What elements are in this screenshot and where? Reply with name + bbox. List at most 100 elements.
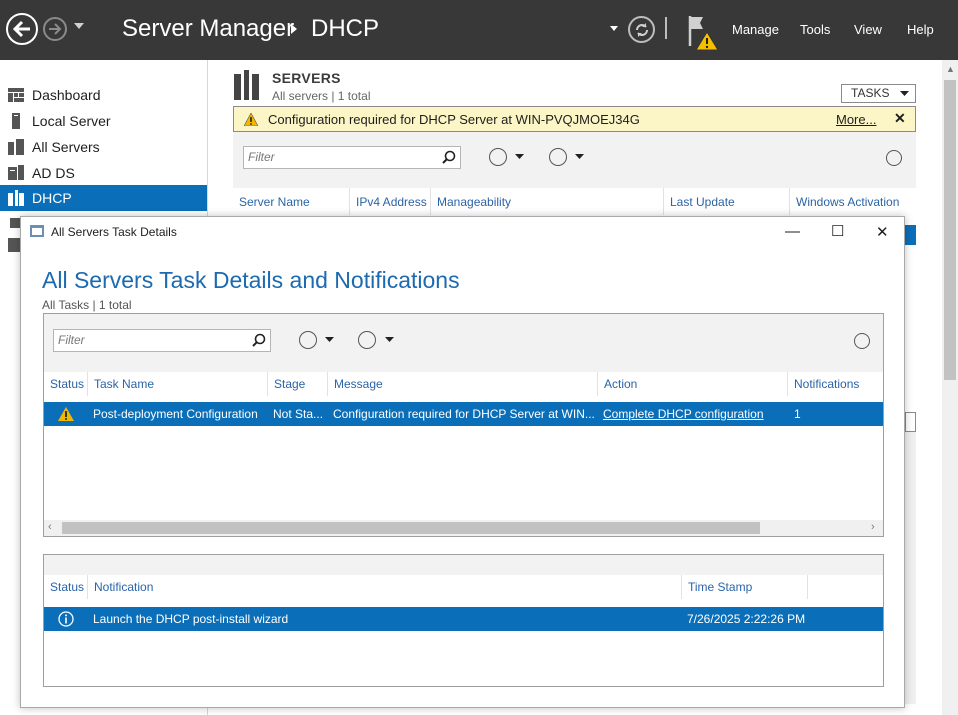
refresh-icon [635, 22, 648, 37]
scroll-up-arrow-icon[interactable]: ▲ [946, 64, 955, 74]
column-notification[interactable]: Notification [88, 575, 682, 599]
warning-more-link[interactable]: More... [836, 112, 876, 127]
server-icon [8, 113, 24, 129]
close-icon[interactable]: ✕ [894, 110, 906, 127]
chevron-down-icon[interactable] [575, 154, 584, 159]
toolbar-divider [665, 17, 667, 39]
complete-dhcp-configuration-link[interactable]: Complete DHCP configuration [603, 407, 764, 421]
expand-collapse-icon[interactable] [854, 333, 870, 349]
main-scrollbar[interactable] [942, 60, 958, 715]
notifications-panel-header [44, 555, 883, 575]
save-query-icon[interactable] [549, 148, 567, 166]
close-icon[interactable]: ✕ [876, 223, 889, 241]
servers-subtitle: All servers | 1 total [272, 89, 371, 103]
search-icon [252, 333, 266, 347]
dhcp-icon [8, 190, 24, 206]
column-empty [808, 575, 883, 599]
scrollbar-thumb[interactable] [944, 80, 956, 380]
save-query-icon[interactable] [358, 331, 376, 349]
sidebar-item-local-server[interactable]: Local Server [0, 108, 207, 134]
column-status[interactable]: Status [44, 575, 88, 599]
column-message[interactable]: Message [328, 372, 598, 396]
info-icon [58, 611, 74, 627]
column-notifications[interactable]: Notifications [788, 372, 883, 396]
warning-text: Configuration required for DHCP Server a… [268, 111, 640, 127]
chevron-down-icon[interactable] [325, 337, 334, 342]
sidebar-item-ad-ds[interactable]: AD DS [0, 160, 207, 186]
column-manageability[interactable]: Manageability [431, 188, 664, 215]
tasks-panel: Filter Status Task Name Stage Message Ac… [43, 313, 884, 537]
breadcrumb-separator-icon [291, 24, 297, 34]
refresh-button[interactable] [628, 16, 655, 43]
table-row[interactable]: Post-deployment Configuration Not Sta...… [44, 402, 883, 426]
chevron-down-icon[interactable] [385, 337, 394, 342]
message-cell: Configuration required for DHCP Server a… [333, 407, 595, 421]
minimize-icon[interactable]: — [785, 223, 800, 240]
servers-icon [8, 139, 24, 155]
sidebar-item-label: AD DS [32, 165, 75, 181]
tile-band-edge [905, 432, 916, 704]
menu-view[interactable]: View [854, 22, 882, 37]
expand-collapse-icon[interactable] [886, 150, 902, 166]
warning-icon [244, 112, 258, 126]
tasks-filter-bar: Filter [44, 314, 883, 372]
dialog-window-title: All Servers Task Details [51, 225, 177, 239]
servers-row-selected-edge [905, 225, 916, 245]
sidebar-item-dhcp[interactable]: DHCP [0, 185, 207, 211]
column-status[interactable]: Status [44, 372, 88, 396]
search-icon [442, 150, 456, 164]
column-task-name[interactable]: Task Name [88, 372, 268, 396]
scroll-right-icon[interactable]: › [871, 521, 875, 533]
tasks-button[interactable]: TASKS [841, 84, 916, 103]
chevron-down-icon[interactable] [515, 154, 524, 159]
notification-cell: Launch the DHCP post-install wizard [93, 612, 289, 626]
servers-filter-input[interactable]: Filter [243, 146, 461, 169]
filter-placeholder: Filter [248, 150, 275, 164]
column-server-name[interactable]: Server Name [233, 188, 350, 215]
servers-filter-bar: Filter [233, 132, 916, 188]
tile-button-edge [905, 412, 916, 432]
adds-icon [8, 165, 24, 181]
menu-help[interactable]: Help [907, 22, 934, 37]
menu-tools[interactable]: Tools [800, 22, 830, 37]
sidebar-item-label: Local Server [32, 113, 111, 129]
dialog-app-icon [30, 225, 44, 237]
timestamp-cell: 7/26/2025 2:22:26 PM [687, 612, 806, 626]
column-ipv4-address[interactable]: IPv4 Address [350, 188, 431, 215]
list-options-icon[interactable] [489, 148, 507, 166]
servers-tile-icon [234, 70, 259, 100]
breadcrumb-dropdown-icon[interactable] [610, 26, 618, 31]
menu-manage[interactable]: Manage [732, 22, 779, 37]
history-dropdown-icon[interactable] [74, 23, 84, 29]
sidebar-item-all-servers[interactable]: All Servers [0, 134, 207, 160]
back-button[interactable] [6, 13, 38, 45]
column-action[interactable]: Action [598, 372, 788, 396]
app-title: Server Manager [122, 15, 295, 42]
task-name-cell: Post-deployment Configuration [93, 407, 258, 421]
column-windows-activation[interactable]: Windows Activation [790, 188, 916, 215]
warning-banner: Configuration required for DHCP Server a… [233, 106, 916, 132]
sidebar-item-dashboard[interactable]: Dashboard [0, 82, 207, 108]
table-row[interactable]: Launch the DHCP post-install wizard 7/26… [44, 607, 883, 631]
scroll-left-icon[interactable]: ‹ [48, 521, 52, 533]
list-options-icon[interactable] [299, 331, 317, 349]
maximize-icon[interactable]: ☐ [831, 222, 844, 240]
sidebar-item-label: All Servers [32, 139, 100, 155]
dialog-heading: All Servers Task Details and Notificatio… [42, 267, 460, 293]
tasks-filter-input[interactable]: Filter [53, 329, 271, 352]
title-bar: Server Manager DHCP Manage Tools View He… [0, 0, 958, 60]
scrollbar-thumb[interactable] [62, 522, 760, 534]
column-time-stamp[interactable]: Time Stamp [682, 575, 808, 599]
dialog-subheading: All Tasks | 1 total [42, 298, 132, 312]
forward-button[interactable] [43, 17, 67, 41]
sidebar-item-label: DHCP [32, 190, 72, 206]
tasks-label: TASKS [851, 86, 890, 100]
sidebar-item-label: Dashboard [32, 87, 101, 103]
column-last-update[interactable]: Last Update [664, 188, 790, 215]
tasks-horizontal-scrollbar[interactable]: ‹ › [44, 520, 883, 536]
notifications-flag-icon[interactable] [686, 14, 720, 50]
arrow-right-icon [49, 23, 62, 35]
task-details-dialog: All Servers Task Details — ☐ ✕ All Serve… [20, 216, 905, 708]
chevron-down-icon [900, 91, 909, 96]
column-stage[interactable]: Stage [268, 372, 328, 396]
